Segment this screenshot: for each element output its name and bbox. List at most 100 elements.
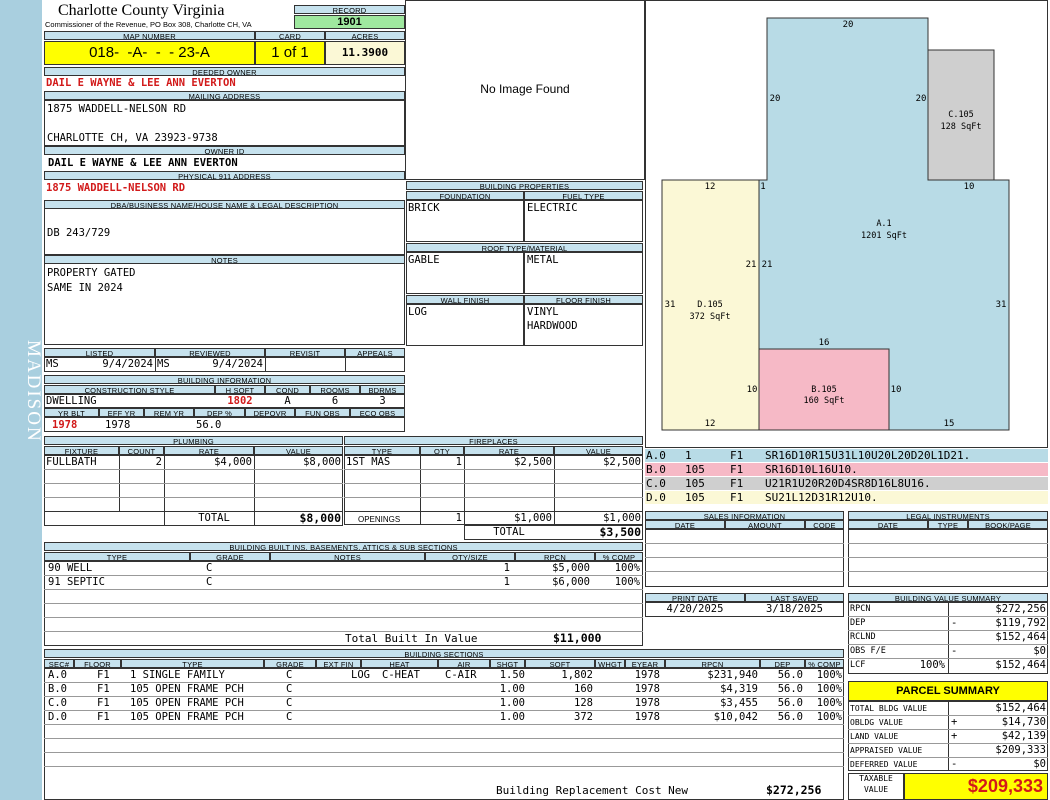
sketch-line-code: B.0 <box>646 463 666 476</box>
taxable-value: $209,333 <box>904 773 1048 800</box>
fuel-value: ELECTRIC <box>527 202 578 214</box>
section-sqft: 372 <box>574 711 593 723</box>
sketch-line-command: U21R1U20R20D4SR8D16L8U16. <box>765 477 931 490</box>
divider <box>44 617 643 618</box>
parcel-obldg-label: OBLDG VALUE <box>850 718 903 727</box>
sections-col-header-whgt: WHGT <box>595 659 625 668</box>
bvs-rclnd-label: RCLND <box>850 632 876 642</box>
sketch-line-row: C.0 105 F1 U21R1U20R20D4SR8D16L8U16. <box>645 477 1048 491</box>
fp-rate-header: RATE <box>464 446 554 455</box>
divider <box>344 469 643 470</box>
builtin-type: 90 WELL <box>48 562 93 574</box>
remyr-header: REM YR <box>144 408 194 417</box>
depovr-header: DEPOVR <box>245 408 295 417</box>
section-grade: C <box>286 711 293 723</box>
owner-id-value: DAIL E WAYNE & LEE ANN EVERTON <box>48 157 238 169</box>
map-number-header: MAP NUMBER <box>44 31 255 40</box>
openings-qty: 1 <box>455 512 462 524</box>
legal-type-header: TYPE <box>928 520 968 529</box>
sketch-line-command: SR16D10R15U31L10U20L20D20L1D21. <box>765 449 971 462</box>
brcn-label: Building Replacement Cost New <box>496 784 689 797</box>
taxable-label-1: TAXABLE <box>859 774 893 783</box>
cond-header: COND <box>265 385 310 394</box>
bvs-lcf-value: $152,464 <box>995 659 1046 671</box>
fp-type-header: TYPE <box>344 446 420 455</box>
section-sec: A.0 <box>48 669 67 681</box>
listed-date: 9/4/2024 <box>102 358 153 370</box>
section-comp: 100% <box>816 697 842 709</box>
sections-col-header-extfin: EXT FIN <box>316 659 361 668</box>
dep-value: 56.0 <box>196 419 222 431</box>
section-comp: 100% <box>816 683 842 695</box>
bvs-rclnd-value: $152,464 <box>995 631 1046 643</box>
construction-style-value: DWELLING <box>46 395 97 407</box>
sales-header: SALES INFORMATION <box>645 511 844 520</box>
section-eyear: 1978 <box>634 697 660 709</box>
section-eyear: 1978 <box>634 711 660 723</box>
parcel-summary-header: PARCEL SUMMARY <box>848 681 1048 701</box>
builtin-grade: C <box>206 576 213 588</box>
sketch-line-code: C.0 <box>646 477 666 490</box>
dim-label: 10 <box>747 385 758 395</box>
builtins-header: BUILDING BUILT INS, BASEMENTS, ATTICS & … <box>44 542 643 551</box>
builtins-rpcn-header: RPCN <box>515 552 595 561</box>
reviewed-by: MS <box>157 358 170 370</box>
sections-col-header-dep: DEP <box>760 659 805 668</box>
building-sketch: A.1 1201 SqFt B.105 160 SqFt C.105 128 S… <box>661 17 1010 431</box>
sales-code-header: CODE <box>805 520 844 529</box>
bvs-lcf-label: LCF <box>850 660 866 670</box>
builtin-rpcn: $5,000 <box>552 562 590 574</box>
print-date-header: PRINT DATE <box>645 593 745 602</box>
section-floor: F1 <box>97 669 110 681</box>
sections-col-header-grade: GRADE <box>264 659 316 668</box>
fireplace-qty: 1 <box>455 456 462 468</box>
section-shgt: 1.00 <box>499 711 525 723</box>
fp-value-header: VALUE <box>554 446 643 455</box>
section-extfin: LOG <box>351 669 370 681</box>
plumbing-value: $8,000 <box>303 456 341 468</box>
builtins-total-label: Total Built In Value <box>345 632 478 645</box>
dba-value: DB 243/729 <box>47 227 111 239</box>
section-type: 105 OPEN FRAME PCH <box>130 711 244 723</box>
sketch-line-floor: F1 <box>730 463 744 476</box>
card-header: CARD <box>255 31 325 40</box>
sketch-line-number: 105 <box>685 463 705 476</box>
section-type: 105 OPEN FRAME PCH <box>130 683 244 695</box>
section-grade: C <box>286 697 293 709</box>
mailing-line-1: 1875 WADDELL-NELSON RD <box>47 103 187 115</box>
section-rpcn: $10,042 <box>713 711 758 723</box>
sections-col-header-type: TYPE <box>121 659 264 668</box>
section-heat: C-HEAT <box>382 669 420 681</box>
hsqft-value: 1802 <box>227 395 253 407</box>
builtins-notes-header: NOTES <box>270 552 425 561</box>
notes-line-2: SAME IN 2024 <box>47 282 123 294</box>
parcel-land-label: LAND VALUE <box>850 732 899 741</box>
dim-label: 20 <box>770 94 781 104</box>
sales-grid <box>645 529 844 587</box>
no-image-text: No Image Found <box>480 82 570 96</box>
divider <box>44 752 844 753</box>
area-d-sqft: 372 SqFt <box>690 312 731 322</box>
sales-date-header: DATE <box>645 520 725 529</box>
section-type: 105 OPEN FRAME PCH <box>130 697 244 709</box>
map-number-value: 018- -A- - - 23-A <box>44 41 255 65</box>
section-floor: F1 <box>97 683 110 695</box>
parcel-appraised-value: $209,333 <box>995 744 1046 756</box>
sections-col-header-sec: SEC# <box>44 659 74 668</box>
area-c-label: C.105 <box>948 110 974 120</box>
section-dep: 56.0 <box>777 711 803 723</box>
fireplaces-header: FIREPLACES <box>344 436 643 445</box>
parcel-land-value: $42,139 <box>1001 730 1046 742</box>
divider <box>44 724 844 725</box>
sidebar-label: MADISON <box>23 340 44 443</box>
legal-grid <box>848 529 1048 587</box>
dim-label: 21 <box>762 260 773 270</box>
sidebar-strip: MADISON <box>0 0 44 800</box>
builtin-grade: C <box>206 562 213 574</box>
listed-by: MS <box>46 358 59 370</box>
section-rpcn: $3,455 <box>720 697 758 709</box>
area-c-sqft: 128 SqFt <box>941 122 982 132</box>
sketch-line-command: SU21L12D31R12U10. <box>765 491 878 504</box>
section-eyear: 1978 <box>634 683 660 695</box>
bvs-dep-value: $119,792 <box>995 617 1046 629</box>
